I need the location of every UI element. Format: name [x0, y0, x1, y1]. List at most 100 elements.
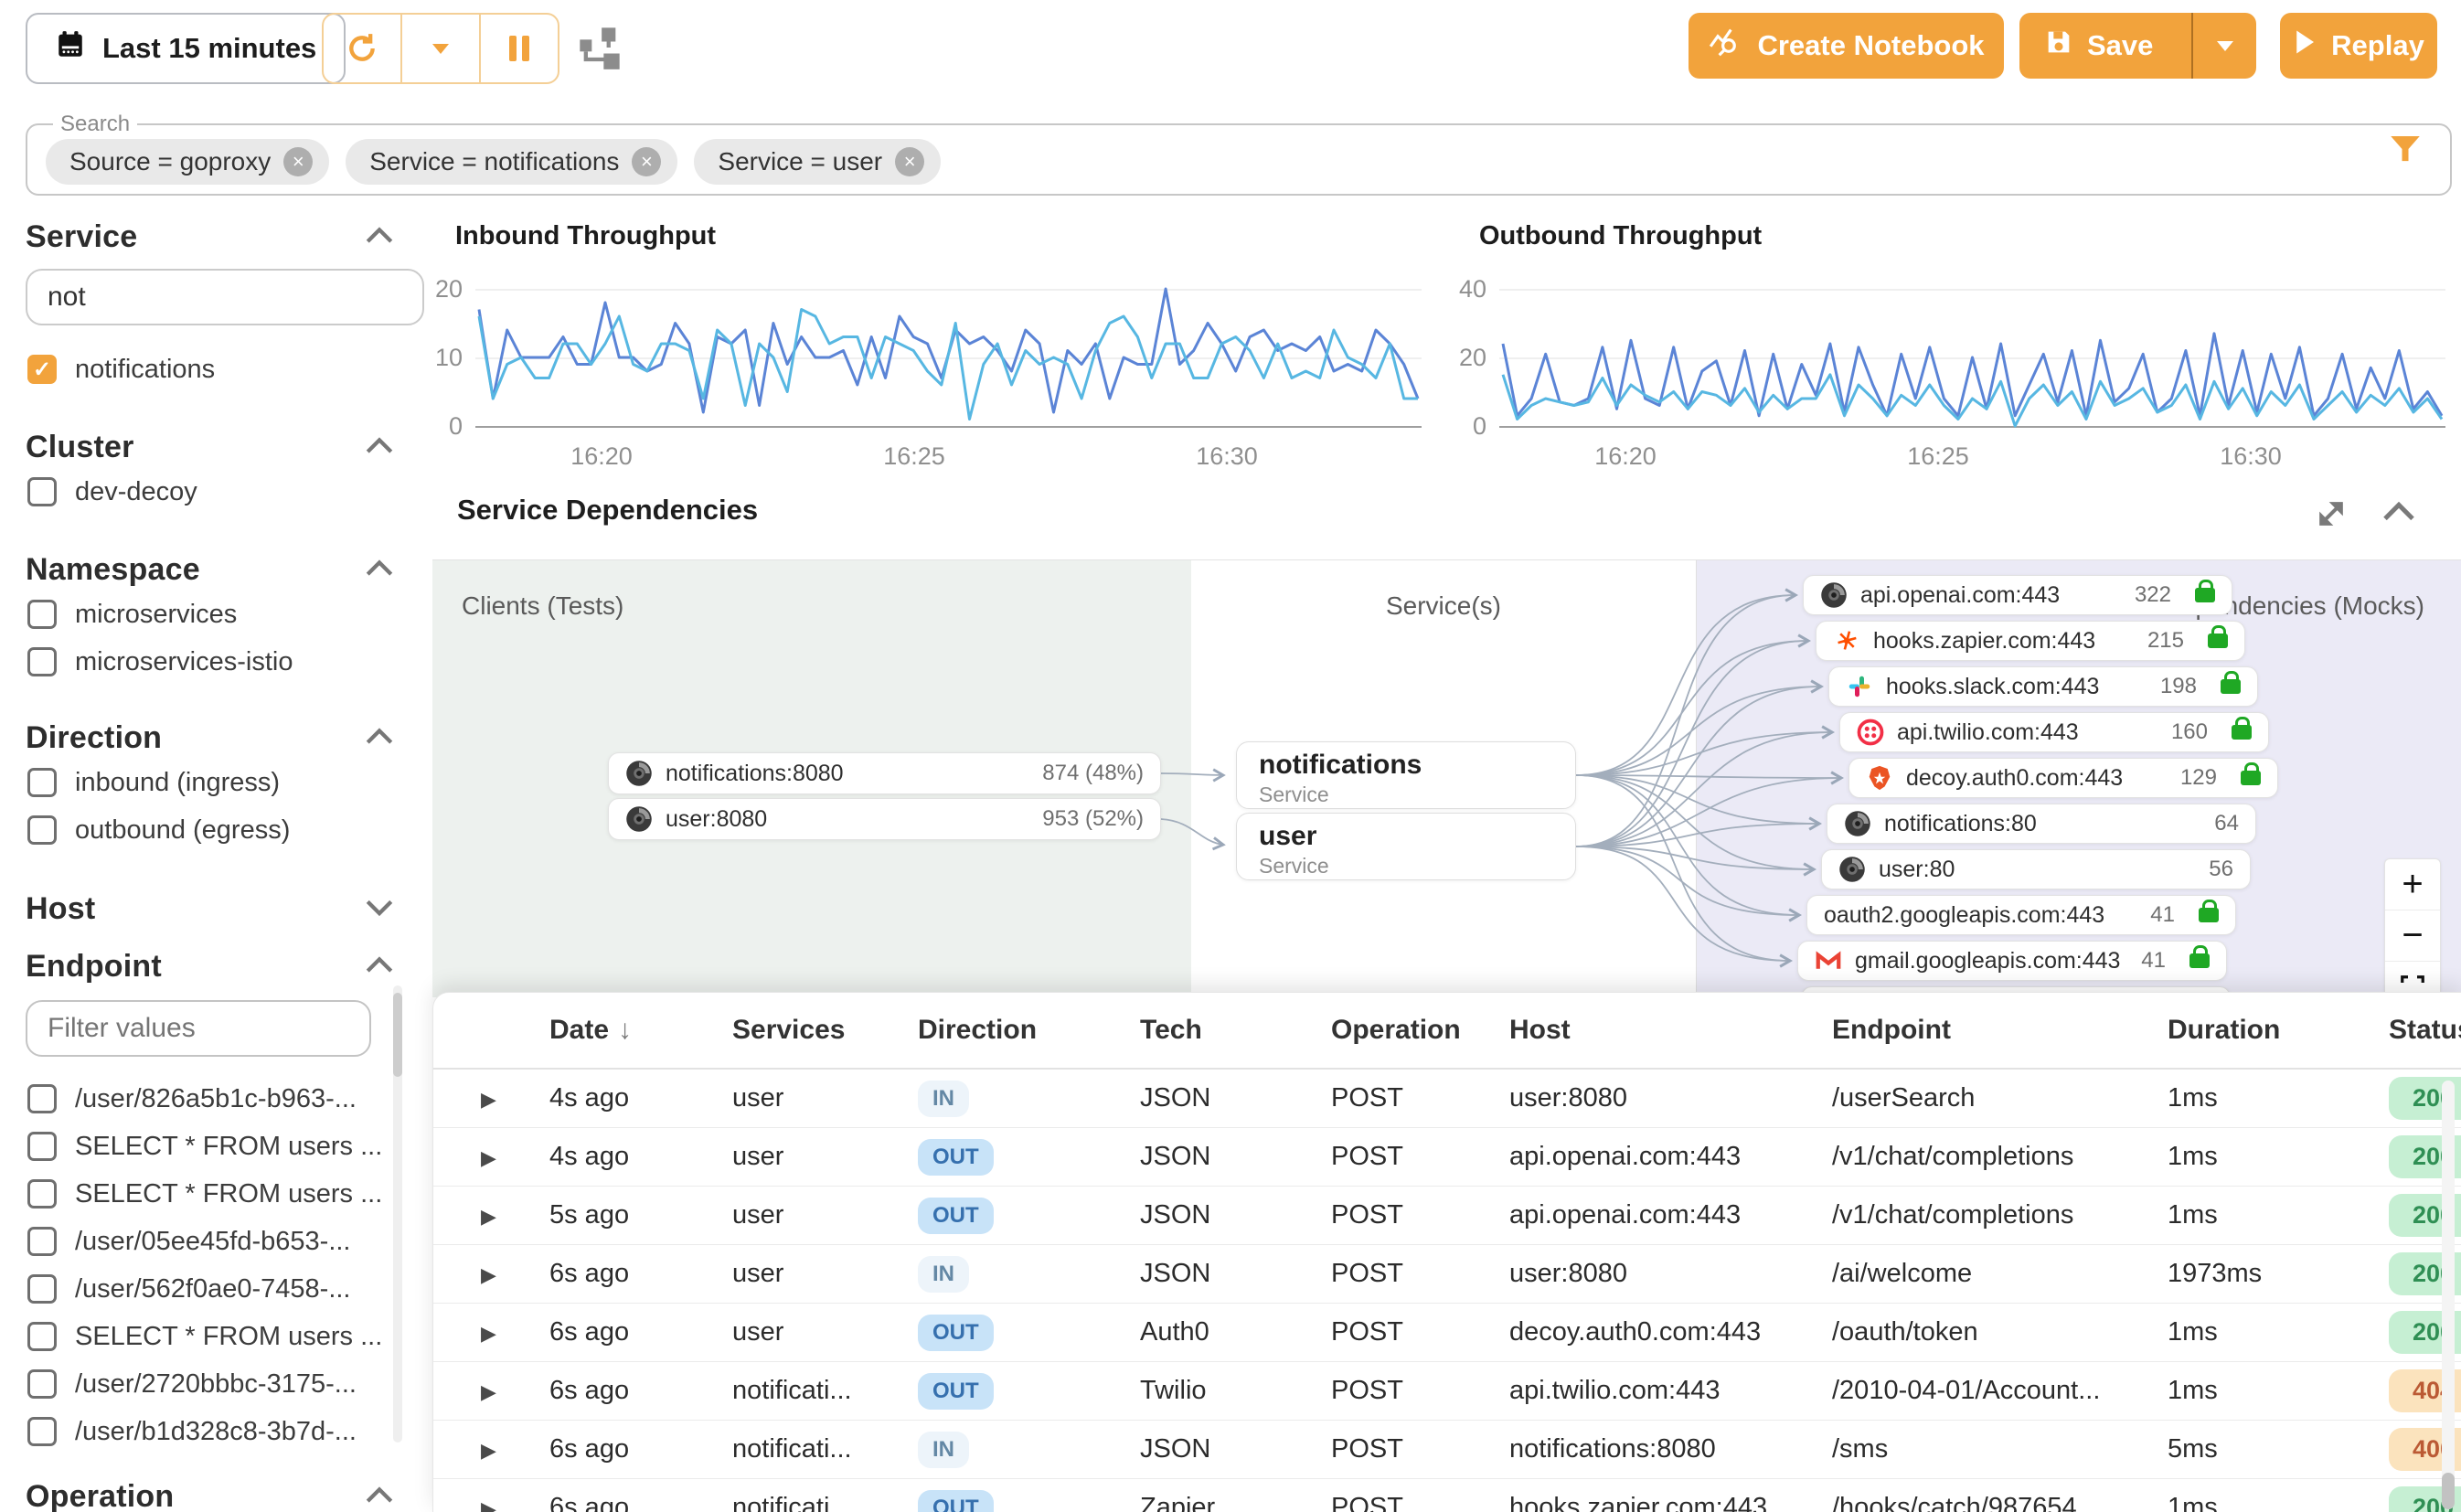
row-expand-icon[interactable]: ▶ [433, 1380, 496, 1403]
table-row[interactable]: ▶6s agonotificati...OUTZapierPOSThooks.z… [433, 1478, 2461, 1512]
checkbox-unchecked[interactable] [27, 1322, 57, 1351]
checkbox-unchecked[interactable] [27, 815, 57, 845]
table-row[interactable]: ▶5s agouserOUTJSONPOSTapi.openai.com:443… [433, 1186, 2461, 1244]
chip-remove-icon[interactable]: × [895, 147, 924, 176]
service-node[interactable]: userService [1236, 813, 1576, 880]
checkbox-unchecked[interactable] [27, 647, 57, 676]
mock-node[interactable]: decoy.auth0.com:443129 [1848, 758, 2278, 798]
checkbox-option[interactable]: inbound (ingress) [27, 759, 290, 806]
sidebar-scrollbar-thumb[interactable] [393, 993, 402, 1077]
checkbox-option[interactable]: SELECT * FROM users ... [27, 1123, 382, 1170]
checkbox-option[interactable]: microservices [27, 591, 293, 638]
checkbox-option[interactable]: SELECT * FROM users ... [27, 1170, 382, 1218]
checkbox-option[interactable]: /user/562f0ae0-7458-... [27, 1265, 382, 1313]
sidebar-section-namespace[interactable]: Namespace [26, 552, 395, 588]
checkbox-unchecked[interactable] [27, 1084, 57, 1113]
chart-title: Inbound Throughput [455, 221, 716, 251]
create-notebook-button[interactable]: Create Notebook [1689, 13, 2004, 79]
table-scrollbar-track[interactable] [2442, 1081, 2455, 1509]
mock-node[interactable]: gmail.googleapis.com:44341 [1797, 941, 2227, 981]
table-row[interactable]: ▶6s agonotificati...INJSONPOSTnotificati… [433, 1420, 2461, 1478]
mock-node[interactable]: hooks.slack.com:443198 [1828, 666, 2258, 707]
zoom-in-button[interactable]: + [2385, 859, 2440, 910]
sidebar-section-endpoint[interactable]: Endpoint [26, 949, 395, 985]
checkbox-unchecked[interactable] [27, 1227, 57, 1256]
collapse-chevron-icon[interactable] [2381, 495, 2417, 537]
table-row[interactable]: ▶4s agouserINJSONPOSTuser:8080/userSearc… [433, 1070, 2461, 1127]
column-header-date[interactable]: Date↓ [549, 1015, 732, 1046]
search-filter-bar[interactable]: Search Source = goproxy×Service = notifi… [26, 112, 2452, 196]
pause-button[interactable] [479, 15, 558, 82]
line-plot [475, 282, 1422, 428]
sidebar-section-cluster[interactable]: Cluster [26, 430, 395, 465]
table-row[interactable]: ▶6s agouserINJSONPOSTuser:8080/ai/welcom… [433, 1244, 2461, 1303]
time-range-button[interactable]: Last 15 minutes [26, 13, 346, 84]
save-button[interactable]: Save [2019, 13, 2177, 79]
filter-funnel-icon[interactable] [2386, 130, 2424, 173]
mock-node-label: hooks.slack.com:443 [1886, 674, 2099, 700]
search-filter-chip[interactable]: Service = user× [694, 139, 941, 185]
table-row[interactable]: ▶6s agonotificati...OUTTwilioPOSTapi.twi… [433, 1361, 2461, 1420]
cell-date: 4s ago [549, 1142, 732, 1172]
chip-remove-icon[interactable]: × [632, 147, 661, 176]
row-expand-icon[interactable]: ▶ [433, 1146, 496, 1169]
replay-button[interactable]: Replay [2280, 13, 2437, 79]
checkbox-option[interactable]: /user/b1d328c8-3b7d-... [27, 1408, 382, 1455]
refresh-interval-dropdown[interactable] [400, 15, 479, 82]
expand-diagonal-icon[interactable] [2313, 495, 2349, 537]
mock-node[interactable]: oauth2.googleapis.com:44341 [1806, 895, 2236, 935]
row-expand-icon[interactable]: ▶ [433, 1322, 496, 1345]
table-row[interactable]: ▶6s agouserOUTAuth0POSTdecoy.auth0.com:4… [433, 1303, 2461, 1361]
row-expand-icon[interactable]: ▶ [433, 1263, 496, 1286]
table-row[interactable]: ▶4s agouserOUTJSONPOSTapi.openai.com:443… [433, 1127, 2461, 1186]
sidebar-section-operation[interactable]: Operation [26, 1479, 395, 1512]
mock-node[interactable]: api.twilio.com:443160 [1839, 712, 2269, 752]
goproxy-icon [1838, 856, 1866, 883]
zoom-out-button[interactable]: − [2385, 910, 2440, 961]
checkbox-option[interactable]: outbound (egress) [27, 806, 290, 854]
sidebar-section-host[interactable]: Host [26, 891, 395, 927]
checkbox-option[interactable]: ✓notifications [27, 346, 215, 393]
mock-node[interactable]: hooks.zapier.com:443215 [1816, 621, 2245, 661]
service-node[interactable]: notificationsService [1236, 741, 1576, 809]
endpoint-filter-input[interactable] [26, 1000, 371, 1057]
checkbox-option[interactable]: /user/826a5b1c-b963-... [27, 1075, 382, 1123]
service-filter-input[interactable] [26, 269, 424, 325]
checkbox-unchecked[interactable] [27, 477, 57, 506]
sidebar-section-direction[interactable]: Direction [26, 720, 395, 756]
client-node[interactable]: notifications:8080874 (48%) [608, 752, 1161, 794]
checkbox-unchecked[interactable] [27, 768, 57, 797]
checkbox-unchecked[interactable] [27, 1132, 57, 1161]
checkbox-unchecked[interactable] [27, 1274, 57, 1304]
checkbox-option[interactable]: dev-decoy [27, 468, 197, 516]
checkbox-unchecked[interactable] [27, 600, 57, 629]
expand-cell: ▶ [433, 1493, 549, 1512]
save-options-dropdown[interactable] [2191, 13, 2256, 79]
table-scrollbar-thumb[interactable] [2442, 1473, 2455, 1509]
hierarchy-view-icon[interactable] [576, 24, 623, 71]
checkbox-option[interactable]: SELECT * FROM users ... [27, 1313, 382, 1360]
refresh-button[interactable] [324, 15, 400, 82]
cell-services: user [732, 1142, 918, 1172]
mock-node[interactable]: user:8056 [1821, 849, 2251, 889]
client-node[interactable]: user:8080953 (52%) [608, 798, 1161, 840]
mock-node[interactable]: notifications:8064 [1827, 804, 2256, 844]
checkbox-unchecked[interactable] [27, 1369, 57, 1399]
checkbox-checked[interactable]: ✓ [27, 355, 57, 384]
checkbox-option[interactable]: /user/05ee45fd-b653-... [27, 1218, 382, 1265]
row-expand-icon[interactable]: ▶ [433, 1439, 496, 1462]
checkbox-unchecked[interactable] [27, 1417, 57, 1446]
search-filter-chip[interactable]: Service = notifications× [346, 139, 677, 185]
row-expand-icon[interactable]: ▶ [433, 1088, 496, 1111]
search-filter-chip[interactable]: Source = goproxy× [46, 139, 329, 185]
mock-node[interactable]: api.openai.com:443322 [1803, 575, 2232, 615]
checkbox-option[interactable]: /user/2720bbbc-3175-... [27, 1360, 382, 1408]
sidebar-section-service[interactable]: Service [26, 219, 395, 255]
chip-remove-icon[interactable]: × [283, 147, 313, 176]
checkbox-option[interactable]: microservices-istio [27, 638, 293, 686]
row-expand-icon[interactable]: ▶ [433, 1205, 496, 1228]
checkbox-unchecked[interactable] [27, 1179, 57, 1209]
mock-node-count: 160 [2171, 719, 2208, 745]
row-expand-icon[interactable]: ▶ [433, 1497, 496, 1512]
cell-services: user [732, 1259, 918, 1289]
